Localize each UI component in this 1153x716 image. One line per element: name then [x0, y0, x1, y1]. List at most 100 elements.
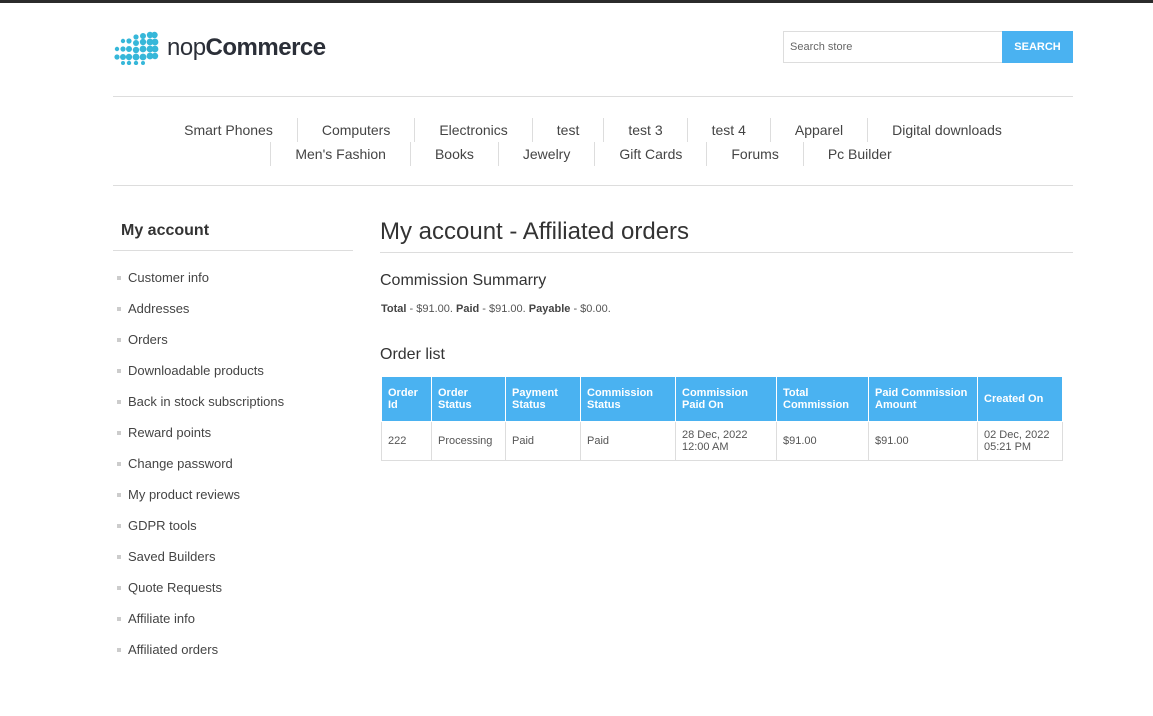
menu-item-digital-downloads[interactable]: Digital downloads	[867, 118, 1026, 142]
header-payment-status: Payment Status	[505, 376, 581, 422]
logo-text-bold: Commerce	[205, 34, 327, 61]
sidebar-item-label: GDPR tools	[128, 518, 197, 533]
sidebar-item-label: My product reviews	[128, 487, 240, 502]
sidebar-item-saved-builders[interactable]: Saved Builders	[113, 541, 353, 572]
sidebar-item-addresses[interactable]: Addresses	[113, 293, 353, 324]
orders-table: Order Id Order Status Payment Status Com…	[381, 376, 1063, 461]
summary-payable-value: - $0.00.	[570, 303, 611, 315]
menu-item-electronics[interactable]: Electronics	[414, 118, 531, 142]
logo-dots-icon	[114, 31, 159, 65]
summary-paid-value: - $91.00.	[479, 303, 529, 315]
menu-item-apparel[interactable]: Apparel	[769, 118, 867, 142]
sidebar-item-affiliate-info[interactable]: Affiliate info	[113, 603, 353, 634]
commission-summary-title: Commission Summarry	[380, 272, 547, 289]
header-divider	[113, 96, 1073, 97]
top-menu-row-2: Men's Fashion Books Jewelry Gift Cards F…	[113, 142, 1073, 166]
header-paid-commission-amount: Paid Commission Amount	[868, 376, 978, 422]
site-logo[interactable]: nopCommerce	[113, 31, 326, 65]
menu-item-books[interactable]: Books	[409, 142, 498, 166]
summary-paid-label: Paid	[456, 303, 480, 315]
cell-created-on: 02 Dec, 2022 05:21 PM	[977, 421, 1063, 461]
menu-item-pc-builder[interactable]: Pc Builder	[802, 142, 916, 166]
bullet-icon	[117, 399, 121, 404]
bullet-icon	[117, 337, 121, 342]
sidebar-item-label: Saved Builders	[128, 549, 216, 564]
bullet-icon	[117, 523, 121, 528]
sidebar-item-affiliated-orders[interactable]: Affiliated orders	[113, 634, 353, 665]
menu-item-test-3[interactable]: test 3	[603, 118, 686, 142]
cell-total-commission: $91.00	[776, 421, 869, 461]
menu-item-computers[interactable]: Computers	[296, 118, 414, 142]
sidebar-item-gdpr-tools[interactable]: GDPR tools	[113, 510, 353, 541]
summary-payable-label: Payable	[528, 303, 571, 315]
sidebar-item-label: Change password	[128, 456, 233, 471]
sidebar-title: My account	[113, 220, 353, 251]
search-button[interactable]: Search	[1002, 31, 1073, 63]
sidebar-item-label: Back in stock subscriptions	[128, 394, 285, 409]
menu-item-test[interactable]: test	[531, 118, 604, 142]
menu-item-forums[interactable]: Forums	[706, 142, 802, 166]
commission-summary: Total - $91.00. Paid - $91.00. Payable -…	[380, 303, 1073, 315]
header-order-status: Order Status	[431, 376, 506, 422]
sidebar-item-label: Affiliate info	[128, 611, 195, 626]
top-menu-row-1: Smart Phones Computers Electronics test …	[113, 118, 1073, 142]
sidebar-item-label: Customer info	[128, 270, 209, 285]
sidebar-item-product-reviews[interactable]: My product reviews	[113, 479, 353, 510]
sidebar-item-reward-points[interactable]: Reward points	[113, 417, 353, 448]
sidebar-item-label: Quote Requests	[128, 580, 222, 595]
bullet-icon	[117, 306, 121, 311]
logo-text: nopCommerce	[167, 34, 326, 62]
sidebar-item-downloadable-products[interactable]: Downloadable products	[113, 355, 353, 386]
search-box: Search	[783, 31, 1073, 63]
cell-commission-status: Paid	[580, 421, 676, 461]
bullet-icon	[117, 554, 121, 559]
top-menu: Smart Phones Computers Electronics test …	[113, 118, 1073, 166]
menu-divider	[113, 185, 1073, 186]
sidebar-item-customer-info[interactable]: Customer info	[113, 262, 353, 293]
logo-text-light: nop	[167, 34, 206, 61]
header-total-commission: Total Commission	[776, 376, 869, 422]
summary-total-label: Total	[381, 303, 407, 315]
bullet-icon	[117, 585, 121, 590]
cell-order-id: 222	[381, 421, 432, 461]
sidebar-item-orders[interactable]: Orders	[113, 324, 353, 355]
bullet-icon	[117, 368, 121, 373]
menu-item-gift-cards[interactable]: Gift Cards	[594, 142, 706, 166]
cell-payment-status: Paid	[505, 421, 581, 461]
summary-total-value: - $91.00.	[406, 303, 457, 315]
menu-item-jewelry[interactable]: Jewelry	[497, 142, 594, 166]
bullet-icon	[117, 616, 121, 621]
menu-item-mens-fashion[interactable]: Men's Fashion	[270, 142, 410, 166]
bullet-icon	[117, 275, 121, 280]
bullet-icon	[117, 647, 121, 652]
header-commission-status: Commission Status	[580, 376, 676, 422]
table-header-row: Order Id Order Status Payment Status Com…	[381, 376, 1063, 422]
sidebar-item-back-in-stock[interactable]: Back in stock subscriptions	[113, 386, 353, 417]
page-title: My account - Affiliated orders	[380, 216, 1073, 253]
sidebar-item-change-password[interactable]: Change password	[113, 448, 353, 479]
header-commission-paid-on: Commission Paid On	[675, 376, 777, 422]
bullet-icon	[117, 430, 121, 435]
sidebar-item-label: Reward points	[128, 425, 212, 440]
sidebar-item-label: Orders	[128, 332, 168, 347]
search-input[interactable]	[783, 31, 1002, 63]
order-list-title: Order list	[380, 346, 445, 363]
sidebar-item-quote-requests[interactable]: Quote Requests	[113, 572, 353, 603]
account-sidebar: My account Customer info Addresses Order…	[113, 220, 353, 665]
menu-item-smart-phones[interactable]: Smart Phones	[160, 118, 297, 142]
main-content: My account - Affiliated orders Commissio…	[380, 216, 1073, 461]
header-created-on: Created On	[977, 376, 1063, 422]
site-header: nopCommerce Search	[113, 3, 1073, 96]
bullet-icon	[117, 492, 121, 497]
sidebar-item-label: Downloadable products	[128, 363, 264, 378]
sidebar-item-label: Affiliated orders	[128, 642, 219, 657]
bullet-icon	[117, 461, 121, 466]
cell-paid-commission-amount: $91.00	[868, 421, 978, 461]
sidebar-list: Customer info Addresses Orders Downloada…	[113, 251, 353, 665]
menu-item-test-4[interactable]: test 4	[686, 118, 770, 142]
sidebar-item-label: Addresses	[128, 301, 190, 316]
header-order-id: Order Id	[381, 376, 432, 422]
table-row: 222 Processing Paid Paid 28 Dec, 2022 12…	[381, 421, 1063, 461]
cell-order-status: Processing	[431, 421, 506, 461]
cell-commission-paid-on: 28 Dec, 2022 12:00 AM	[675, 421, 777, 461]
